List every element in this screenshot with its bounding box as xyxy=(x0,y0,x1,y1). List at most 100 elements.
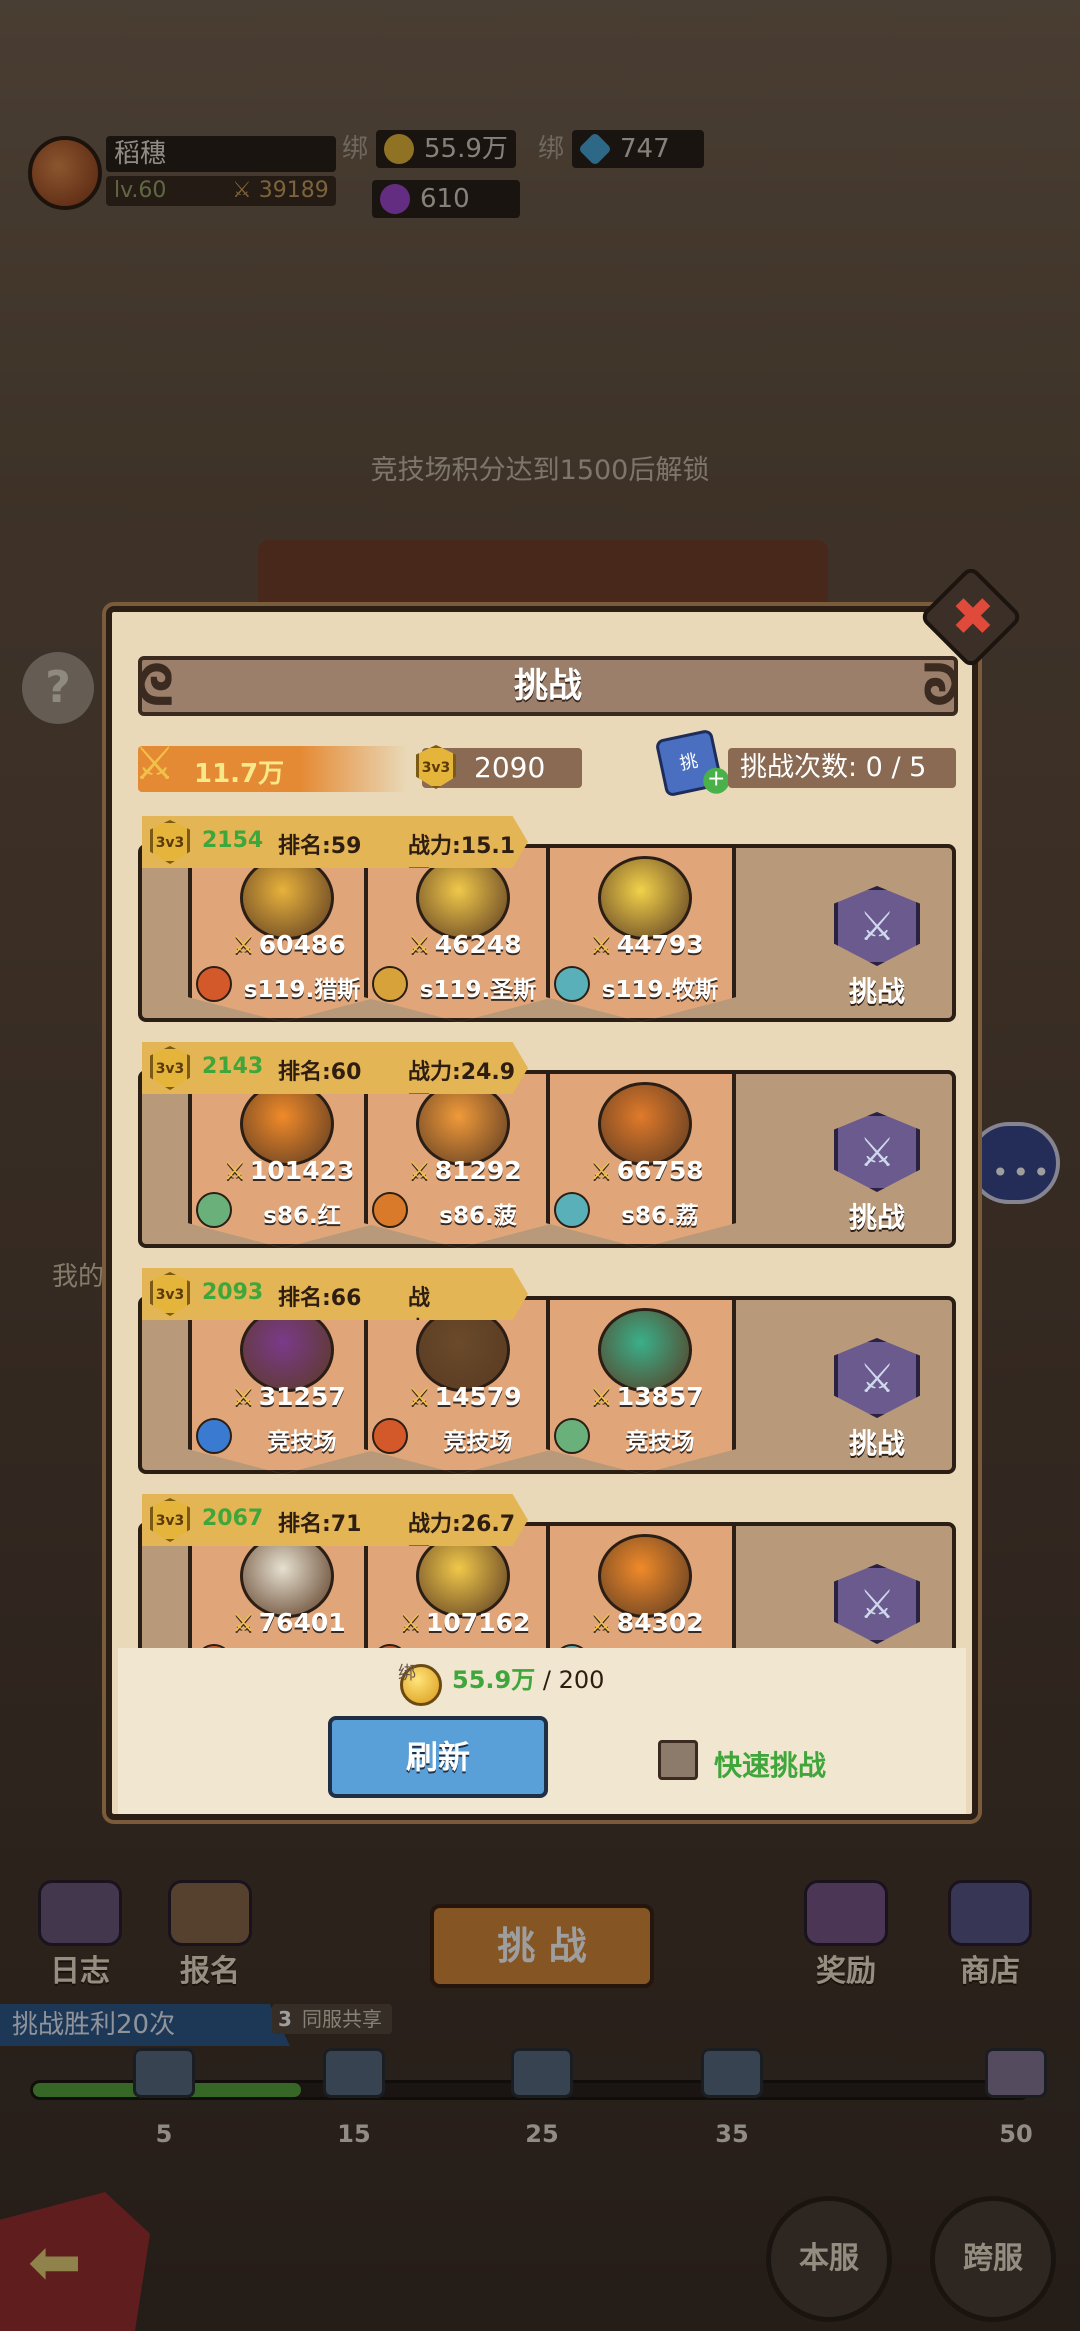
hero-portrait xyxy=(240,1082,334,1166)
opponent-rank: 排名:59 xyxy=(278,834,362,859)
opponent-score: 2154 xyxy=(202,828,264,853)
hero-power-value: 46248 xyxy=(434,930,522,959)
sword-icon: ⚔ xyxy=(408,1156,431,1185)
challenge-button[interactable]: ⚔ 挑战 xyxy=(822,1112,932,1234)
hero-card[interactable]: ⚔ 31257 竞技场 xyxy=(188,1296,378,1474)
opponent-row[interactable]: ⚔ 101423 s86.红 ⚔ 81292 s86.菠 ⚔ 66758 s86.荔 3v3 214… xyxy=(132,1042,964,1256)
hero-power: ⚔ 60486 xyxy=(214,930,364,959)
3v3-badge-icon: 3v3 xyxy=(150,1498,190,1542)
hero-power: ⚔ 14579 xyxy=(390,1382,540,1411)
hero-power: ⚔ 31257 xyxy=(214,1382,364,1411)
add-ticket-button[interactable]: 挑 + xyxy=(654,728,730,798)
hero-portrait xyxy=(598,1082,692,1166)
hero-card[interactable]: ⚔ 44793 s119.牧斯 xyxy=(546,844,736,1022)
element-icon xyxy=(554,966,590,1002)
hero-power: ⚔ 76401 xyxy=(214,1608,364,1637)
sword-icon: ⚔ xyxy=(590,1156,613,1185)
hero-power-value: 76401 xyxy=(258,1608,346,1637)
quick-challenge-checkbox[interactable] xyxy=(658,1740,698,1780)
cost-need: / 200 xyxy=(535,1666,605,1694)
hero-power: ⚔ 46248 xyxy=(390,930,540,959)
hero-server: 竞技场 xyxy=(443,1429,513,1455)
hero-power-value: 13857 xyxy=(616,1382,704,1411)
hero-server: s119.牧斯 xyxy=(601,977,719,1003)
element-icon xyxy=(554,1192,590,1228)
opponent-rank: 排名:66 xyxy=(278,1286,362,1311)
3v3-badge-icon: 3v3 xyxy=(416,745,456,789)
challenge-button[interactable]: ⚔ 挑战 xyxy=(822,886,932,1008)
hero-card[interactable]: ⚔ 66758 s86.荔 xyxy=(546,1070,736,1248)
hero-power: ⚔ 66758 xyxy=(572,1156,722,1185)
challenge-label: 挑战 xyxy=(848,1201,905,1234)
hero-portrait xyxy=(598,1308,692,1392)
opponent-row[interactable]: ⚔ 31257 竞技场 ⚔ 14579 竞技场 ⚔ 13857 竞技场 3v3 2093 排名:66 战… xyxy=(132,1268,964,1482)
challenge-button[interactable]: ⚔挑战 xyxy=(822,1338,932,1460)
element-icon xyxy=(372,966,408,1002)
ticket-icon: 挑 xyxy=(677,750,700,775)
opponent-rank: 排名:71 xyxy=(278,1512,362,1537)
sword-icon: ⚔ xyxy=(408,930,431,959)
modal-stats: ⚔ 11.7万 3v3 2090 挑 + 挑战次数: 0 / 5 xyxy=(134,728,958,798)
hero-server: s86.菠 xyxy=(439,1203,517,1229)
hero-server: 竞技场 xyxy=(267,1429,337,1455)
modal-title: 挑战 xyxy=(514,666,582,706)
refresh-cost: 绑 55.9万 / 200 xyxy=(398,1658,605,1706)
hero-server: 竞技场 xyxy=(625,1429,695,1455)
hero-portrait xyxy=(240,1534,334,1618)
sword-icon: ⚔ xyxy=(232,1382,255,1411)
hero-card[interactable]: ⚔ 84302 xyxy=(546,1522,736,1650)
challenge-modal: ᘓ 挑战 ᘐ ⚔ 11.7万 3v3 2090 挑 + 挑战次数: 0 / 5 … xyxy=(106,606,978,1820)
hero-power-value: 107162 xyxy=(426,1608,531,1637)
hero-power: ⚔ 81292 xyxy=(390,1156,540,1185)
element-icon xyxy=(196,966,232,1002)
sword-icon: ⚔ xyxy=(399,1608,423,1637)
my-score-box: 3v3 2090 xyxy=(416,745,582,789)
element-icon xyxy=(196,1418,232,1454)
refresh-button[interactable]: 刷新 xyxy=(328,1716,548,1798)
element-icon xyxy=(372,1192,408,1228)
sword-icon: ⚔ xyxy=(590,1382,613,1411)
challenge-button[interactable]: ⚔挑战 xyxy=(822,1564,932,1650)
hero-portrait xyxy=(240,856,334,940)
hero-card[interactable]: ⚔ 60486 s119.猎斯 xyxy=(188,844,378,1022)
opponent-header: 3v32143排名:60战力:24.9万 xyxy=(142,1042,528,1094)
opponent-row[interactable]: ⚔ 60486 s119.猎斯 ⚔ 46248 s119.圣斯 ⚔ 44793 s119.牧斯 3… xyxy=(132,816,964,1030)
sword-icon: ⚔ xyxy=(590,930,613,959)
modal-title-bar: ᘓ 挑战 ᘐ xyxy=(137,655,959,716)
opponent-rank: 排名:60 xyxy=(278,1060,362,1085)
hero-power: ⚔ 84302 xyxy=(572,1608,722,1637)
hero-server: s119.猎斯 xyxy=(243,977,361,1003)
3v3-badge-icon: 3v3 xyxy=(150,1272,190,1316)
3v3-badge-icon: 3v3 xyxy=(150,820,190,864)
quick-challenge-label: 快速挑战 xyxy=(714,1749,827,1782)
3v3-badge-icon: 3v3 xyxy=(150,1046,190,1090)
sword-icon: ⚔ xyxy=(223,1156,247,1185)
sword-icon: ⚔ xyxy=(590,1608,613,1637)
hero-portrait xyxy=(416,1308,510,1392)
my-power-box: ⚔ 11.7万 xyxy=(134,736,408,792)
hero-card[interactable]: ⚔ 13857 竞技场 xyxy=(546,1296,736,1474)
hero-card[interactable]: ⚔ 46248 s119.圣斯 xyxy=(364,844,554,1022)
my-power-value: 11.7万 xyxy=(194,759,285,789)
crossed-swords-icon: ⚔ xyxy=(834,1338,920,1418)
hero-card[interactable]: ⚔ 81292 s86.菠 xyxy=(364,1070,554,1248)
opponent-score: 2143 xyxy=(202,1054,264,1079)
opponent-list[interactable]: ⚔ 60486 s119.猎斯 ⚔ 46248 s119.圣斯 ⚔ 44793 s119.牧斯 3… xyxy=(132,816,964,1650)
challenge-chances: 挑战次数: 0 / 5 xyxy=(728,748,956,788)
opponent-header: 3v32093排名:66战力:59693 xyxy=(142,1268,528,1320)
crossed-swords-icon: ⚔ xyxy=(834,1112,920,1192)
element-icon xyxy=(196,1192,232,1228)
hero-card[interactable]: ⚔ 14579 竞技场 xyxy=(364,1296,554,1474)
challenge-label: 挑战 xyxy=(848,975,905,1008)
opponent-row[interactable]: ⚔76401⚔107162⚔843023v32067排名:71战力:26.7万⚔… xyxy=(132,1494,964,1650)
close-icon: ✖ xyxy=(951,587,995,648)
hero-power: ⚔ 107162 xyxy=(390,1608,540,1637)
plus-icon: + xyxy=(703,767,730,794)
hero-portrait xyxy=(240,1308,334,1392)
hero-power-value: 14579 xyxy=(434,1382,522,1411)
crossed-swords-icon: ⚔ xyxy=(834,886,920,966)
modal-footer: 绑 55.9万 / 200 刷新 快速挑战 xyxy=(118,1648,966,1814)
hero-card[interactable]: ⚔ 101423 s86.红 xyxy=(188,1070,378,1248)
hero-portrait xyxy=(416,856,510,940)
hero-portrait xyxy=(416,1534,510,1618)
